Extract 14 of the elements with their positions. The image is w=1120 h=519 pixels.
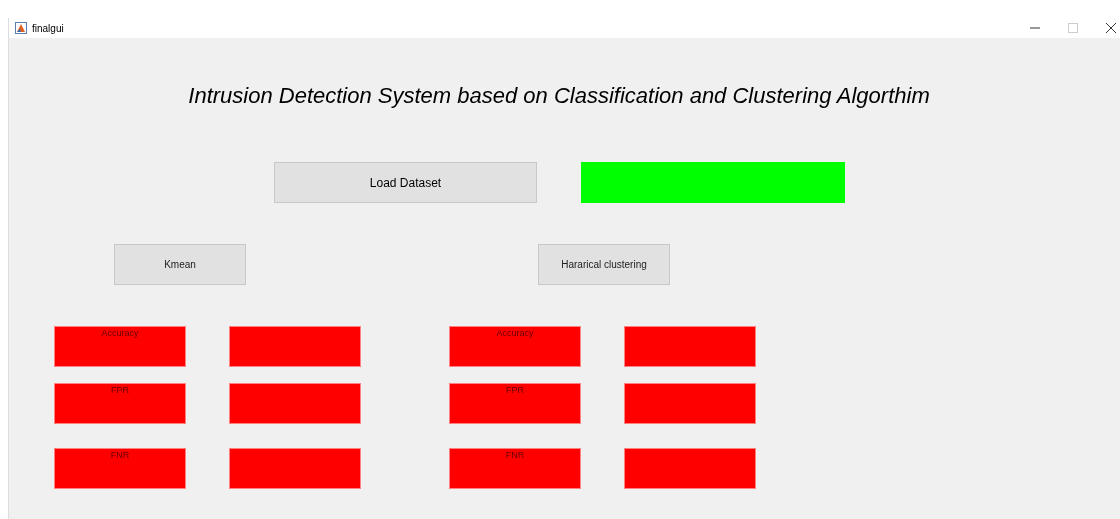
metric-label-panel: Accuracy [449,326,581,367]
metric-label-panel: FPR [449,383,581,424]
algorithm-button[interactable]: Hararical clustering [538,244,670,285]
app-heading: Intrusion Detection System based on Classification and Clustering Algorthim [187,83,931,109]
metric-label-panel: FNR [54,448,186,489]
metric-label-panel: FPR [54,383,186,424]
algorithm-button[interactable]: Kmean [114,244,246,285]
window-title: finalgui [32,22,64,34]
close-icon[interactable] [1106,23,1116,33]
metric-label-panel: FNR [449,448,581,489]
app-logo-icon [15,22,27,34]
maximize-icon[interactable] [1068,23,1078,33]
metric-label-panel: Accuracy [54,326,186,367]
load-dataset-button[interactable]: Load Dataset [274,162,537,203]
